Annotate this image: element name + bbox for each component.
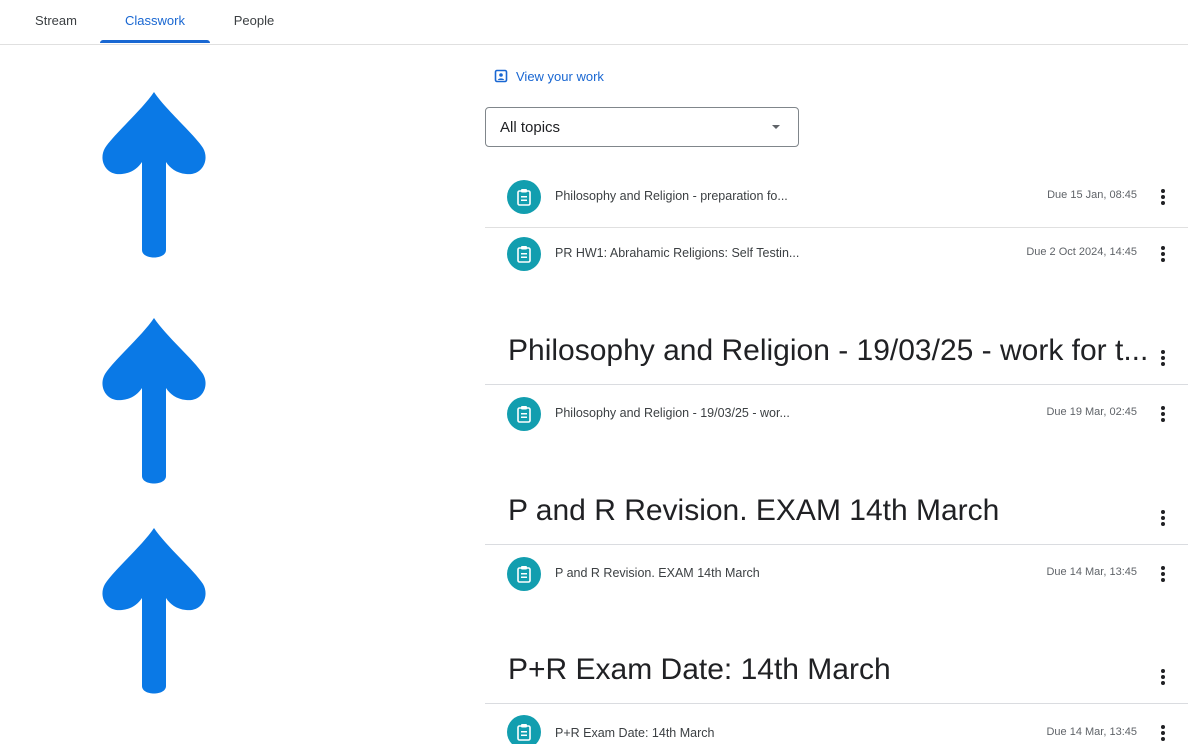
assignment-item[interactable]: PR HW1: Abrahamic Religions: Self Testin… — [485, 226, 1188, 284]
tab-people[interactable]: People — [216, 0, 292, 43]
up-arrow-icon — [102, 528, 206, 694]
tab-classwork[interactable]: Classwork — [100, 0, 210, 43]
topic-filter-value: All topics — [500, 119, 561, 136]
topic-header: P+R Exam Date: 14th March — [485, 645, 1188, 704]
view-your-work-label: View your work — [516, 68, 604, 84]
assignment-ind-icon — [494, 69, 508, 83]
topic-title[interactable]: Philosophy and Religion - 19/03/25 - wor… — [508, 334, 1148, 368]
assignment-icon — [507, 715, 541, 744]
assignment-item[interactable]: Philosophy and Religion - 19/03/25 - wor… — [485, 386, 1188, 444]
more-options-icon[interactable] — [1155, 665, 1171, 689]
tab-stream[interactable]: Stream — [18, 0, 94, 43]
topic-title[interactable]: P and R Revision. EXAM 14th March — [508, 494, 999, 528]
assignment-due-date: Due 14 Mar, 13:45 — [1046, 566, 1137, 578]
assignment-icon — [507, 397, 541, 431]
more-options-icon[interactable] — [1155, 506, 1171, 530]
assignment-title: Philosophy and Religion - preparation fo… — [555, 189, 788, 203]
more-options-icon[interactable] — [1155, 346, 1171, 370]
assignment-item[interactable]: P and R Revision. EXAM 14th March Due 14… — [485, 546, 1188, 604]
assignment-due-date: Due 19 Mar, 02:45 — [1046, 406, 1137, 418]
assignment-due-date: Due 15 Jan, 08:45 — [1047, 189, 1137, 201]
topic-header: Philosophy and Religion - 19/03/25 - wor… — [485, 326, 1188, 385]
more-options-icon[interactable] — [1155, 185, 1171, 209]
assignment-title: Philosophy and Religion - 19/03/25 - wor… — [555, 406, 790, 420]
topic-filter-select[interactable]: All topics — [485, 107, 799, 147]
assignment-icon — [507, 180, 541, 214]
more-options-icon[interactable] — [1155, 402, 1171, 426]
classroom-tabs: Stream Classwork People — [0, 0, 1188, 45]
up-arrow-icon — [102, 92, 206, 258]
assignment-item[interactable]: Philosophy and Religion - preparation fo… — [485, 169, 1188, 228]
assignment-icon — [507, 237, 541, 271]
assignment-title: P and R Revision. EXAM 14th March — [555, 566, 760, 580]
more-options-icon[interactable] — [1155, 562, 1171, 586]
assignment-item[interactable]: P+R Exam Date: 14th March Due 14 Mar, 13… — [485, 705, 1188, 744]
assignment-title: P+R Exam Date: 14th March — [555, 726, 715, 740]
view-your-work-link[interactable]: View your work — [494, 66, 604, 86]
assignment-icon — [507, 557, 541, 591]
assignment-due-date: Due 14 Mar, 13:45 — [1046, 726, 1137, 738]
topic-header: P and R Revision. EXAM 14th March — [485, 486, 1188, 545]
up-arrow-icon — [102, 318, 206, 484]
topic-title[interactable]: P+R Exam Date: 14th March — [508, 653, 891, 687]
assignment-due-date: Due 2 Oct 2024, 14:45 — [1026, 246, 1137, 258]
active-tab-indicator — [100, 40, 210, 43]
dropdown-caret-icon — [772, 125, 780, 129]
more-options-icon[interactable] — [1155, 242, 1171, 266]
assignment-title: PR HW1: Abrahamic Religions: Self Testin… — [555, 246, 800, 260]
more-options-icon[interactable] — [1155, 721, 1171, 744]
